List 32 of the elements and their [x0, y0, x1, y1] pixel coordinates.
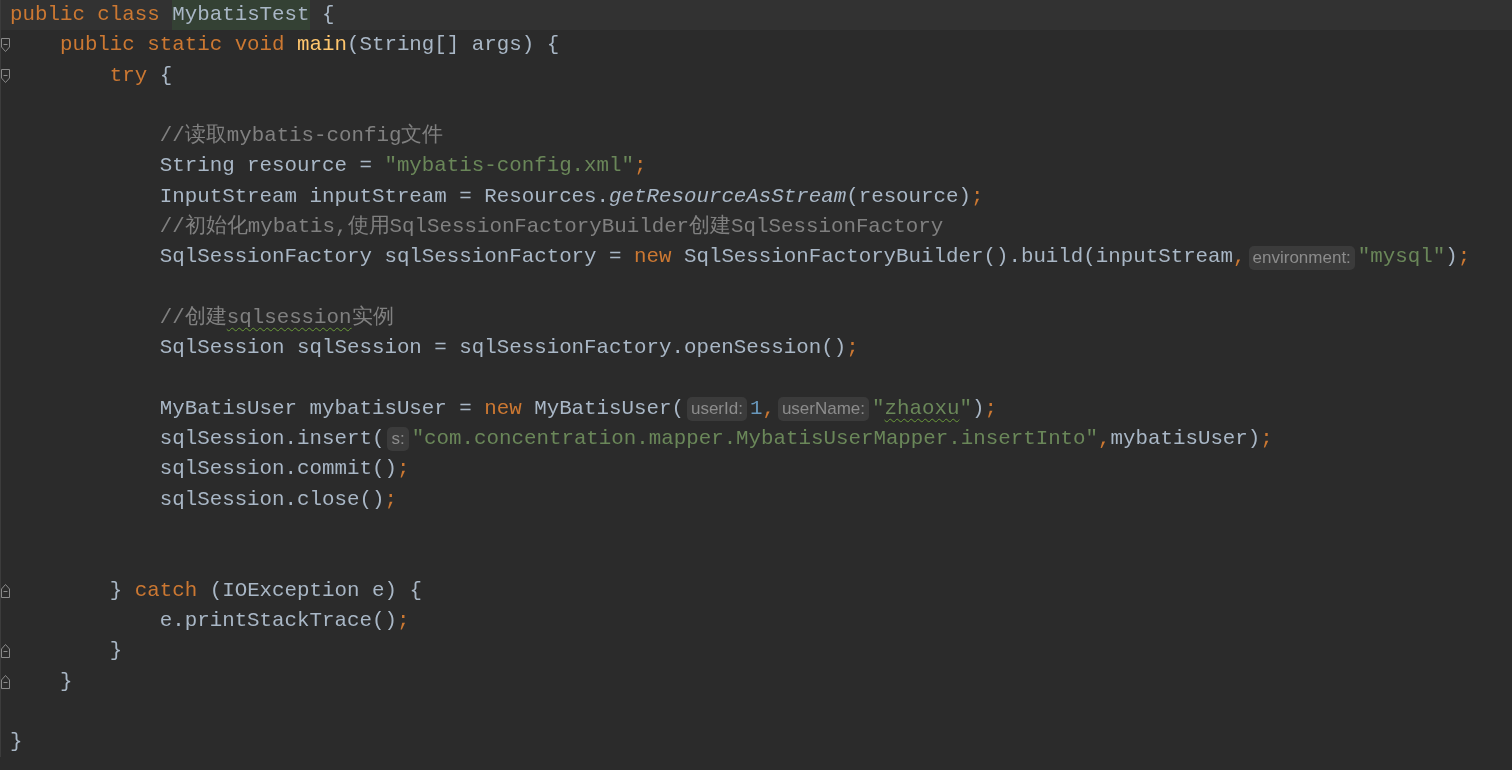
code-text: } catch (IOException e) {	[108, 577, 422, 604]
code-text: sqlSession.close();	[158, 486, 397, 513]
parameter-hint: userName:	[777, 397, 870, 421]
code-text: "mysql");	[1357, 244, 1471, 271]
code-text: public static void main(String[] args) {	[58, 32, 560, 59]
fold-marker-icon[interactable]	[1, 38, 10, 53]
fold-marker-icon[interactable]	[1, 68, 10, 83]
fold-marker-icon[interactable]	[1, 674, 10, 689]
code-text: "zhaoxu");	[872, 395, 997, 422]
code-text: sqlSession.insert(	[158, 426, 385, 453]
code-text: }	[108, 638, 123, 665]
code-text: MyBatisUser mybatisUser = new MyBatisUser(	[158, 395, 684, 422]
code-text: public class MybatisTest {	[10, 0, 335, 31]
code-text: String resource = "mybatis-config.xml";	[158, 153, 647, 180]
parameter-hint: s:	[387, 427, 409, 452]
code-text: //初始化mybatis,使用SqlSessionFactoryBuilder创建SqlSessionFactory	[158, 213, 944, 241]
code-text: //创建sqlsession实例	[158, 304, 394, 331]
fold-marker-icon[interactable]	[1, 583, 10, 598]
fold-marker-icon[interactable]	[1, 644, 10, 659]
code-text: //读取mybatis-config文件	[158, 122, 444, 150]
code-text: "com.concentration.mapper.MybatisUserMapper.insertInto",mybatisUser);	[411, 426, 1273, 453]
code-text: }	[58, 668, 73, 695]
code-text: 1,	[749, 395, 775, 422]
parameter-hint: userId:	[686, 397, 747, 421]
code-text: SqlSession sqlSession = sqlSessionFactory.openSession();	[158, 335, 859, 362]
code-text: sqlSession.commit();	[158, 456, 410, 483]
code-text: try {	[108, 62, 173, 89]
code-text: InputStream inputStream = Resources.getResourceAsStream(resource);	[158, 183, 984, 210]
code-text: e.printStackTrace();	[158, 607, 410, 634]
code-text: SqlSessionFactory sqlSessionFactory = new SqlSessionFactoryBuilder().build(inputStream,	[158, 244, 1246, 271]
code-text: }	[10, 729, 23, 756]
parameter-hint: environment:	[1248, 245, 1355, 270]
